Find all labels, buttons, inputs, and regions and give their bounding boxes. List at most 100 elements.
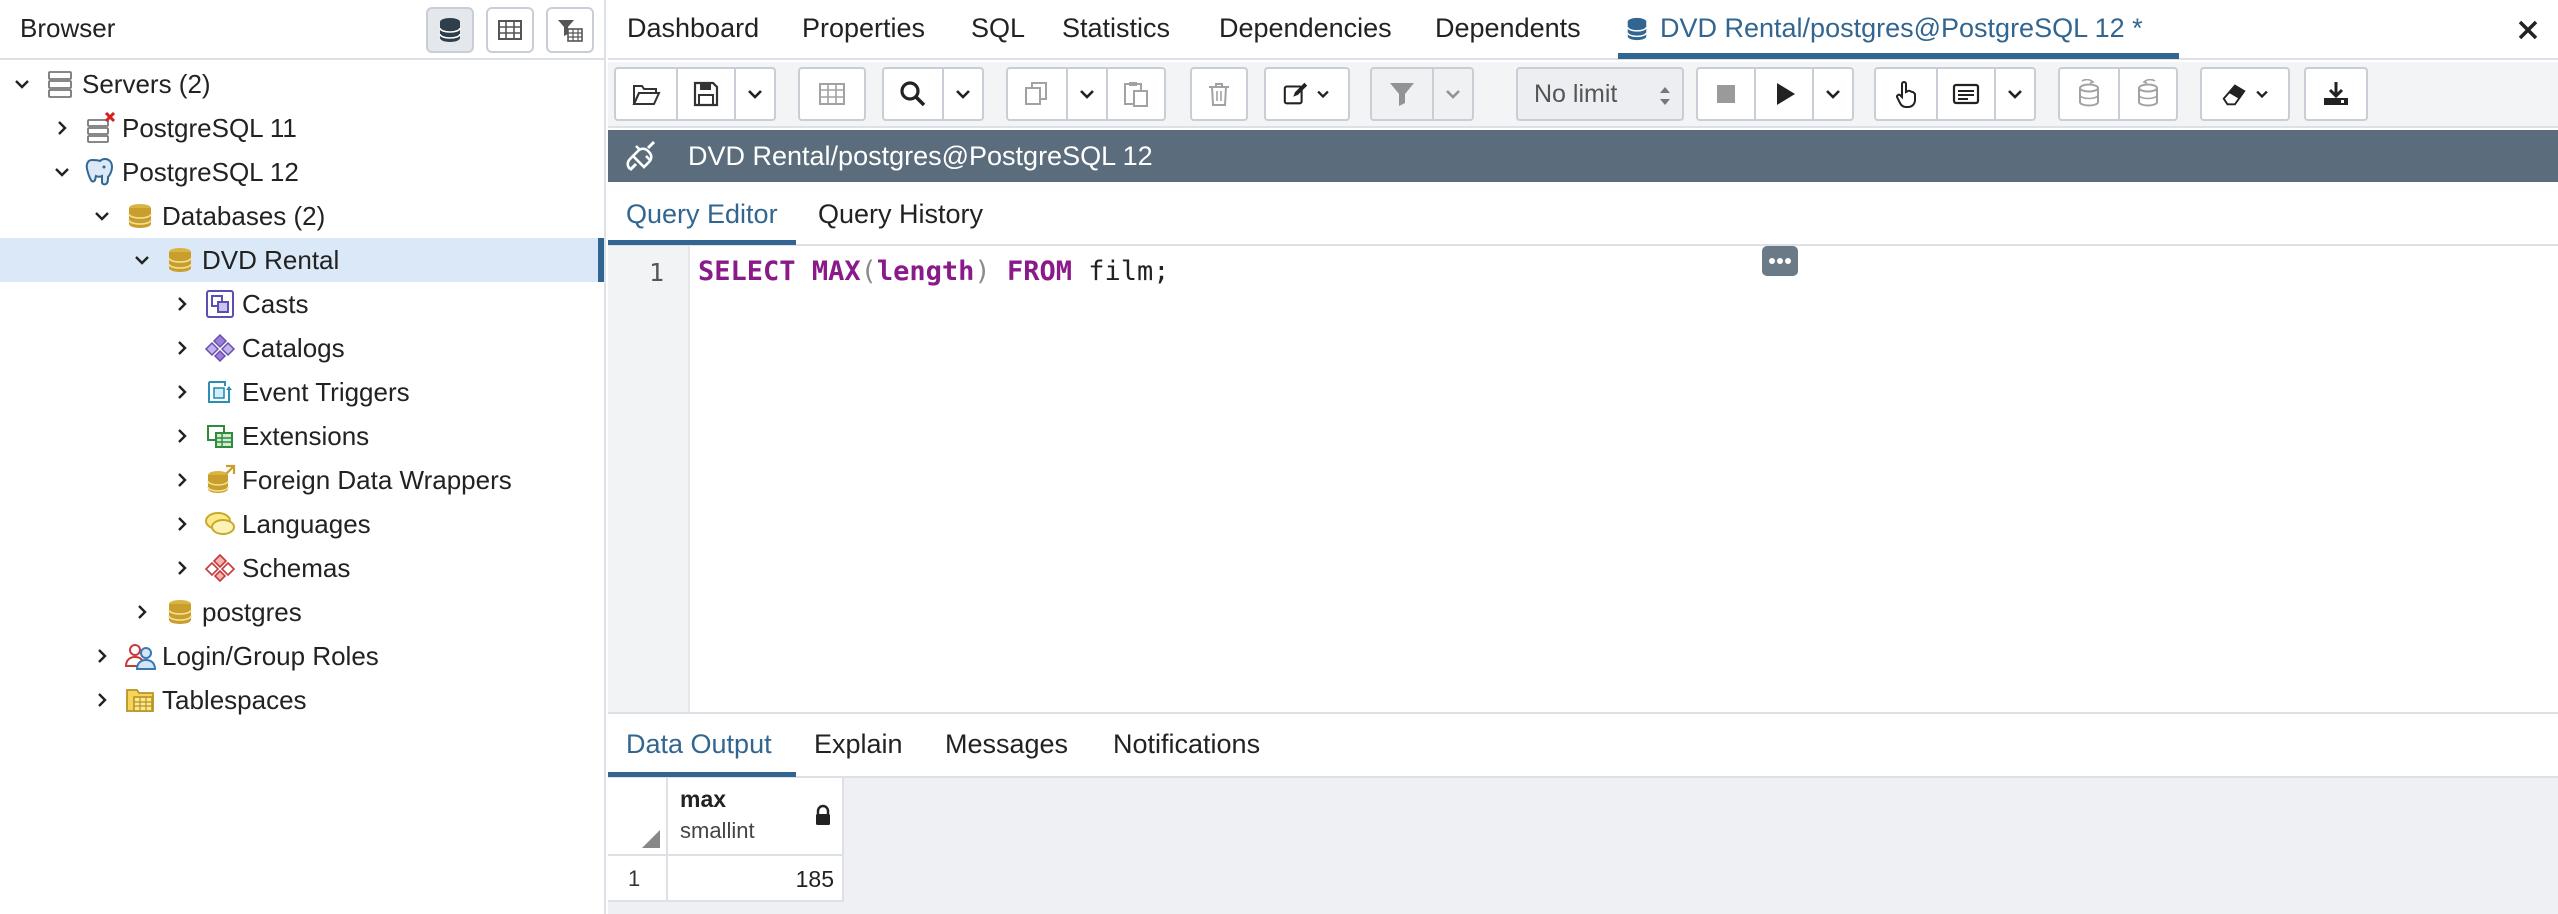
- chevron-down-icon[interactable]: [132, 250, 152, 270]
- filter-dropdown-button[interactable]: [1432, 67, 1474, 121]
- tab-query-tool[interactable]: DVD Rental/postgres@PostgreSQL 12 *: [1624, 13, 2143, 44]
- close-icon[interactable]: [2512, 14, 2544, 46]
- table-cell[interactable]: 185: [668, 856, 844, 902]
- tree-item-databases[interactable]: Databases (2): [0, 194, 604, 238]
- clear-button[interactable]: [2200, 67, 2290, 121]
- tab-properties[interactable]: Properties: [802, 13, 925, 44]
- extensions-icon: [204, 420, 236, 452]
- rollback-icon: [2138, 79, 2158, 107]
- chevron-down-icon[interactable]: [52, 162, 72, 182]
- tree-item-postgresql-11[interactable]: PostgreSQL 11: [0, 106, 604, 150]
- explain-button[interactable]: [1874, 67, 1938, 121]
- row-number[interactable]: 1: [608, 856, 668, 902]
- tab-query-history[interactable]: Query History: [818, 199, 983, 230]
- active-tab-indicator: [1618, 53, 2179, 59]
- column-header[interactable]: max smallint: [668, 778, 844, 856]
- chevron-right-icon[interactable]: [172, 338, 192, 358]
- tree-item-catalogs[interactable]: Catalogs: [0, 326, 604, 370]
- tab-dependents[interactable]: Dependents: [1435, 13, 1581, 44]
- find-dropdown-button[interactable]: [942, 67, 984, 121]
- tree-label: Servers (2): [82, 68, 211, 99]
- save-dropdown-button[interactable]: [734, 67, 776, 121]
- tab-sql[interactable]: SQL: [971, 13, 1025, 44]
- tree-item-casts[interactable]: Casts: [0, 282, 604, 326]
- plug-connected-icon[interactable]: [622, 138, 662, 174]
- chevron-down-icon: [1446, 90, 1460, 99]
- save-button[interactable]: [676, 67, 736, 121]
- object-explorer-button[interactable]: [426, 7, 474, 53]
- tree-item-tablespaces[interactable]: Tablespaces: [0, 678, 604, 722]
- chevron-right-icon[interactable]: [92, 690, 112, 710]
- delete-button[interactable]: [1190, 67, 1248, 121]
- tree-item-postgresql-12[interactable]: PostgreSQL 12: [0, 150, 604, 194]
- tree-item-servers[interactable]: Servers (2): [0, 62, 604, 106]
- chevron-down-icon[interactable]: [92, 206, 112, 226]
- tab-data-output[interactable]: Data Output: [626, 729, 772, 760]
- filtered-rows-button[interactable]: [546, 7, 594, 53]
- chevron-down-icon: [1080, 90, 1094, 99]
- tab-query-tool-label: DVD Rental/postgres@PostgreSQL 12 *: [1660, 13, 2143, 43]
- open-file-button[interactable]: [614, 67, 678, 121]
- chevron-right-icon[interactable]: [92, 646, 112, 666]
- rollback-button[interactable]: [2118, 67, 2178, 121]
- execute-button[interactable]: [1754, 67, 1814, 121]
- editor-tab-indicator: [608, 240, 796, 245]
- tree-item-login-group-roles[interactable]: Login/Group Roles: [0, 634, 604, 678]
- tree-item-languages[interactable]: Languages: [0, 502, 604, 546]
- select-all-cell[interactable]: [608, 778, 668, 856]
- find-button[interactable]: [882, 67, 944, 121]
- tree-label: Databases (2): [162, 200, 326, 231]
- tab-messages[interactable]: Messages: [945, 729, 1068, 760]
- column-name: max: [680, 786, 727, 812]
- chevron-right-icon[interactable]: [52, 118, 72, 138]
- database-icon: [1626, 17, 1648, 40]
- tab-statistics[interactable]: Statistics: [1062, 13, 1170, 44]
- chevron-right-icon[interactable]: [172, 558, 192, 578]
- tree-item-dvd-rental[interactable]: DVD Rental: [0, 238, 604, 282]
- splitter-handle-button[interactable]: [1762, 246, 1798, 276]
- chevron-right-icon[interactable]: [172, 294, 192, 314]
- chevron-down-icon[interactable]: [12, 74, 32, 94]
- row-limit-select[interactable]: No limit: [1516, 67, 1684, 121]
- tab-dependencies[interactable]: Dependencies: [1219, 13, 1392, 44]
- cancel-query-button[interactable]: [1696, 67, 1756, 121]
- tab-notifications[interactable]: Notifications: [1113, 729, 1260, 760]
- tree-item-schemas[interactable]: Schemas: [0, 546, 604, 590]
- copy-icon: [1025, 82, 1047, 105]
- save-data-changes-button[interactable]: [798, 67, 866, 121]
- tree-item-foreign-data-wrappers[interactable]: Foreign Data Wrappers: [0, 458, 604, 502]
- chevron-right-icon[interactable]: [172, 514, 192, 534]
- chevron-right-icon[interactable]: [172, 470, 192, 490]
- filter-button[interactable]: [1370, 67, 1434, 121]
- sql-editor[interactable]: 1 SELECT MAX(length) FROM film;: [608, 246, 2558, 712]
- stop-icon: [1717, 85, 1735, 103]
- execute-dropdown-button[interactable]: [1812, 67, 1854, 121]
- paste-button[interactable]: [1106, 67, 1166, 121]
- spinner-arrows-icon: [1660, 87, 1670, 105]
- sql-code-line[interactable]: SELECT MAX(length) FROM film;: [698, 256, 1170, 287]
- copy-dropdown-button[interactable]: [1066, 67, 1108, 121]
- main-area: Dashboard Properties SQL Statistics Depe…: [608, 0, 2558, 914]
- view-data-button[interactable]: [486, 7, 534, 53]
- tree-item-extensions[interactable]: Extensions: [0, 414, 604, 458]
- tree-item-event-triggers[interactable]: Event Triggers: [0, 370, 604, 414]
- roles-icon: [124, 640, 156, 672]
- tab-dashboard[interactable]: Dashboard: [627, 13, 759, 44]
- explain-analyze-button[interactable]: [1936, 67, 1996, 121]
- copy-button[interactable]: [1006, 67, 1068, 121]
- tree-item-postgres[interactable]: postgres: [0, 590, 604, 634]
- chevron-right-icon[interactable]: [172, 382, 192, 402]
- tab-explain[interactable]: Explain: [814, 729, 903, 760]
- download-icon: [2324, 82, 2348, 105]
- connection-label: DVD Rental/postgres@PostgreSQL 12: [688, 141, 1153, 171]
- chevron-right-icon[interactable]: [132, 602, 152, 622]
- explain-dropdown-button[interactable]: [1994, 67, 2036, 121]
- edit-button[interactable]: [1264, 67, 1350, 121]
- chevron-right-icon[interactable]: [172, 426, 192, 446]
- commit-icon: [2079, 79, 2099, 107]
- browser-title: Browser: [20, 13, 116, 43]
- commit-button[interactable]: [2058, 67, 2120, 121]
- tree-label: PostgreSQL 12: [122, 156, 299, 187]
- tab-query-editor[interactable]: Query Editor: [626, 199, 778, 230]
- download-button[interactable]: [2304, 67, 2368, 121]
